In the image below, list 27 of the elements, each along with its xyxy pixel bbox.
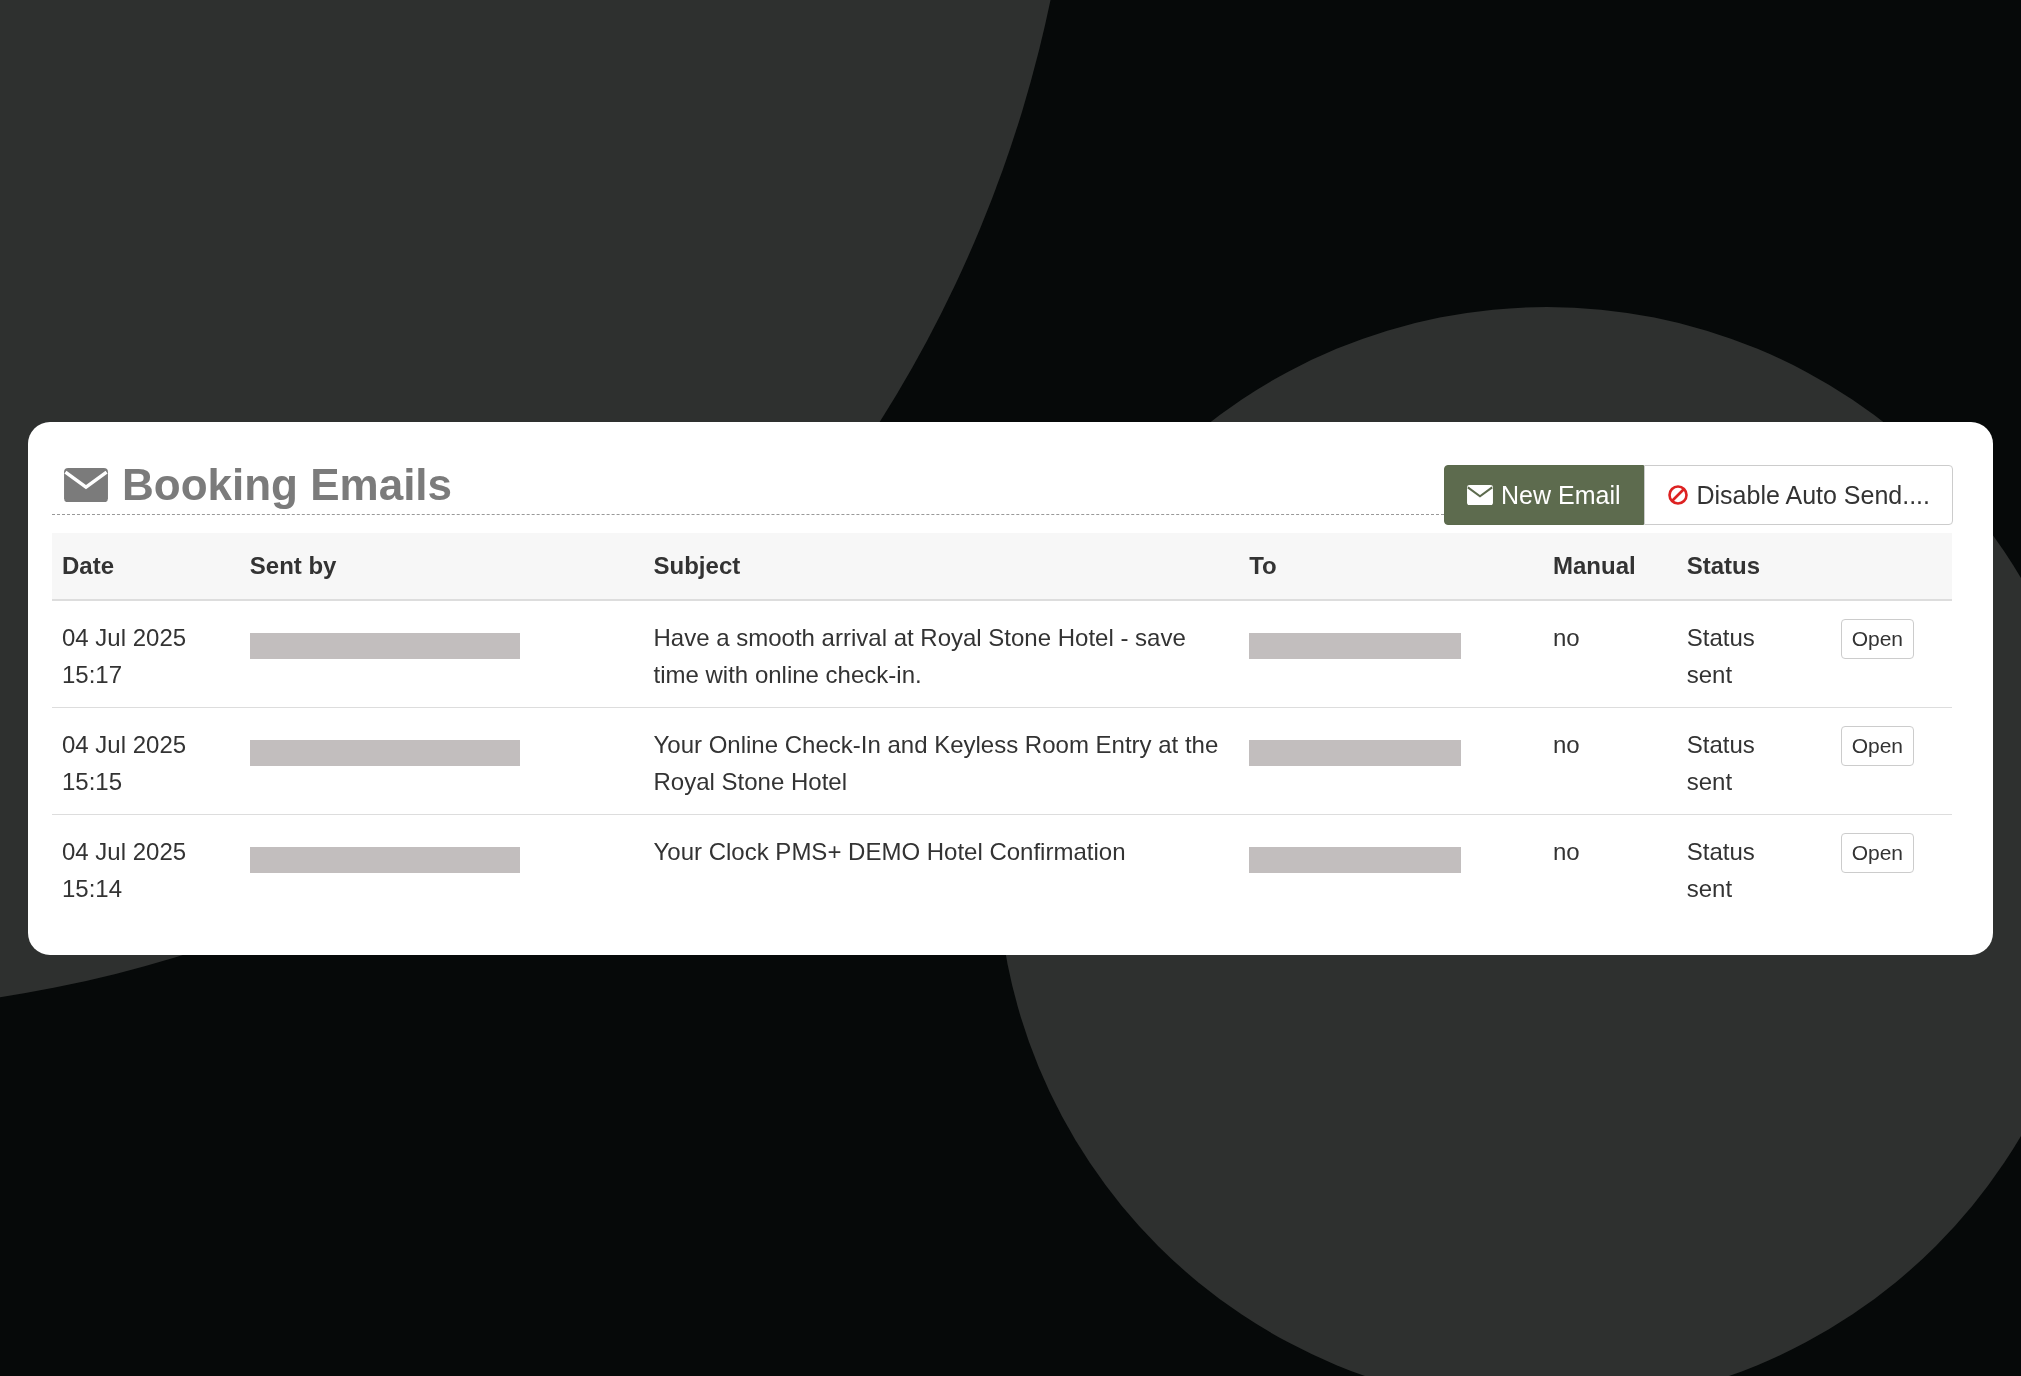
envelope-icon xyxy=(64,467,108,503)
prohibited-icon xyxy=(1666,484,1689,506)
subject-cell: Your Clock PMS+ DEMO Hotel Confirmation xyxy=(643,814,1240,921)
disable-auto-send-button[interactable]: Disable Auto Send.... xyxy=(1643,465,1953,525)
column-header: To xyxy=(1239,533,1543,600)
status-cell: Status sent xyxy=(1676,814,1831,921)
column-header: Status xyxy=(1676,533,1831,600)
subject-cell: Have a smooth arrival at Royal Stone Hotel - save time with online check-in. xyxy=(643,600,1240,708)
status-cell: Status sent xyxy=(1676,707,1831,815)
subject-cell: Your Online Check-In and Keyless Room Entry at the Royal Stone Hotel xyxy=(643,707,1240,815)
page-title: Booking Emails xyxy=(122,460,453,510)
date-cell: 04 Jul 2025 15:17 xyxy=(52,600,240,708)
open-button[interactable]: Open xyxy=(1840,833,1915,873)
column-header: Subject xyxy=(643,533,1240,600)
open-button[interactable]: Open xyxy=(1840,619,1915,659)
status-cell: Status sent xyxy=(1676,600,1831,708)
new-email-button[interactable]: New Email xyxy=(1444,465,1644,525)
column-header: Date xyxy=(52,533,240,600)
manual-cell: no xyxy=(1543,600,1677,708)
date-cell: 04 Jul 2025 15:15 xyxy=(52,707,240,815)
open-button[interactable]: Open xyxy=(1840,726,1915,766)
manual-cell: no xyxy=(1543,707,1677,815)
envelope-icon xyxy=(1467,484,1494,506)
date-cell: 04 Jul 2025 15:14 xyxy=(52,814,240,921)
manual-cell: no xyxy=(1543,814,1677,921)
column-header: Manual xyxy=(1543,533,1677,600)
column-header: Sent by xyxy=(239,533,644,600)
